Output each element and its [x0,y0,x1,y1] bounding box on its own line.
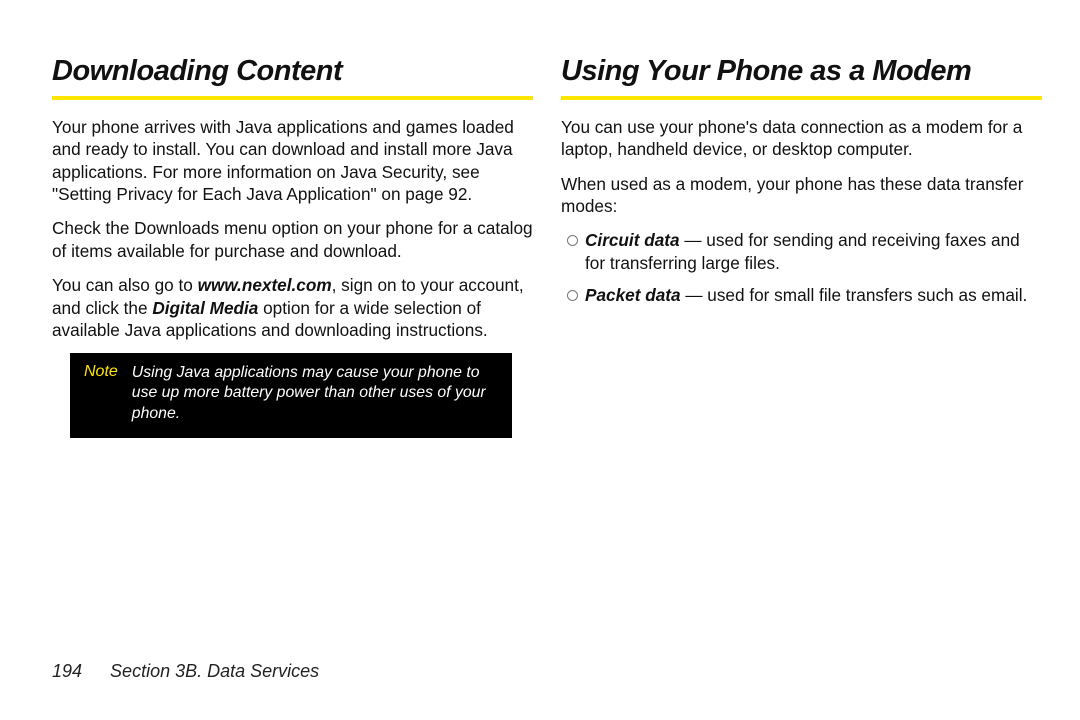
note-text: Using Java applications may cause your p… [132,363,498,424]
list-item: Circuit data — used for sending and rece… [565,229,1042,274]
right-column: Using Your Phone as a Modem You can use … [561,55,1042,635]
term-circuit-data: Circuit data [585,230,680,250]
heading-downloading-content: Downloading Content [52,55,533,88]
page-number: 194 [52,661,82,681]
left-column: Downloading Content Your phone arrives w… [52,55,533,635]
divider-rule [52,96,533,100]
modes-list: Circuit data — used for sending and rece… [561,229,1042,306]
list-item: Packet data — used for small file transf… [565,284,1042,306]
paragraph-java-intro: Your phone arrives with Java application… [52,116,533,205]
divider-rule [561,96,1042,100]
url-nextel: www.nextel.com [198,275,332,295]
note-label: Note [84,363,118,424]
term-packet-data: Packet data [585,285,681,305]
paragraph-modem-intro: You can use your phone's data connection… [561,116,1042,161]
text-fragment: You can also go to [52,275,198,295]
option-digital-media: Digital Media [152,298,258,318]
paragraph-modes-intro: When used as a modem, your phone has the… [561,173,1042,218]
page-footer: 194 Section 3B. Data Services [52,661,319,682]
text-fragment: — used for small file transfers such as … [681,285,1028,305]
two-column-layout: Downloading Content Your phone arrives w… [52,55,1042,635]
section-label: Section 3B. Data Services [110,661,319,681]
note-box: Note Using Java applications may cause y… [70,353,512,438]
paragraph-downloads-menu: Check the Downloads menu option on your … [52,217,533,262]
paragraph-nextel-site: You can also go to www.nextel.com, sign … [52,274,533,341]
heading-using-phone-modem: Using Your Phone as a Modem [561,55,1042,88]
